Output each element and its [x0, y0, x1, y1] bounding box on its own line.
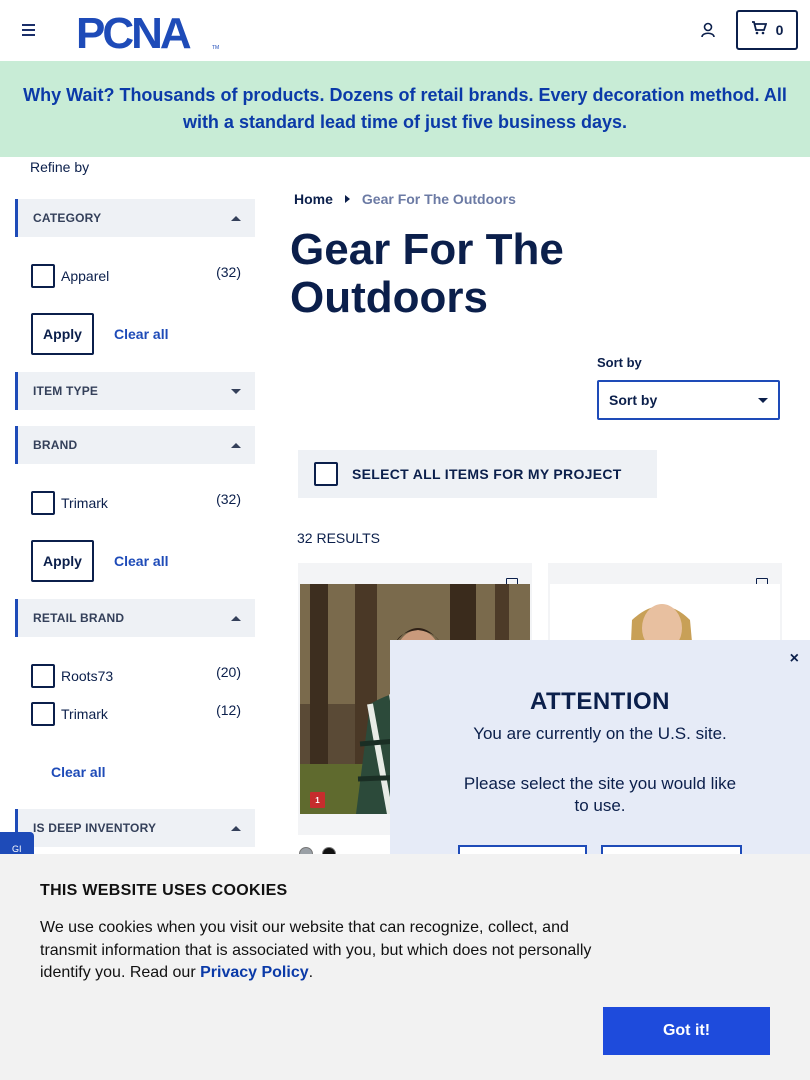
sort-value: Sort by [609, 392, 658, 408]
facet-label: CATEGORY [33, 211, 102, 225]
caret-up-icon [231, 442, 241, 448]
facet-label: RETAIL BRAND [33, 611, 125, 625]
caret-down-icon [231, 388, 241, 394]
cookie-text: We use cookies when you visit our websit… [40, 917, 605, 985]
breadcrumb: Home Gear For The Outdoors [294, 191, 516, 207]
cart-icon [751, 20, 767, 40]
refine-label: Refine by [30, 159, 90, 175]
option-label: Trimark [61, 495, 108, 511]
cookie-body: We use cookies when you visit our websit… [40, 919, 592, 981]
results-count: 32 RESULTS [297, 530, 380, 546]
option-count: (32) [216, 491, 241, 507]
modal-title: ATTENTION [529, 688, 671, 715]
checkbox[interactable] [31, 491, 55, 515]
svg-text:PCNA: PCNA [76, 11, 191, 51]
got-it-button[interactable]: Got it! [603, 1007, 770, 1055]
close-icon[interactable]: × [790, 650, 799, 668]
checkbox[interactable] [31, 702, 55, 726]
facet-label: ITEM TYPE [33, 384, 99, 398]
promo-banner: Why Wait? Thousands of products. Dozens … [0, 61, 810, 157]
cookie-banner: THIS WEBSITE USES COOKIES We use cookies… [0, 854, 810, 1080]
clear-all-link[interactable]: Clear all [51, 764, 105, 780]
facet-item-type[interactable]: ITEM TYPE [15, 372, 255, 410]
facet-label: BRAND [33, 438, 78, 452]
hamburger-icon[interactable] [22, 24, 35, 36]
breadcrumb-home[interactable]: Home [294, 191, 333, 207]
select-all-label: SELECT ALL ITEMS FOR MY PROJECT [352, 466, 622, 482]
pcna-logo[interactable]: PCNA TM [76, 9, 224, 58]
filter-option-roots73[interactable]: Roots73 (20) [31, 662, 243, 688]
modal-message: You are currently on the U.S. site. [473, 724, 727, 743]
user-icon[interactable] [699, 21, 717, 39]
facet-deep-inventory[interactable]: IS DEEP INVENTORY [15, 809, 255, 847]
facet-label: IS DEEP INVENTORY [33, 821, 157, 835]
checkbox[interactable] [314, 462, 338, 486]
option-count: (32) [216, 264, 241, 280]
apply-button[interactable]: Apply [31, 540, 94, 582]
option-label: Roots73 [61, 668, 114, 684]
site-header: PCNA TM 0 [0, 0, 810, 61]
caret-up-icon [231, 825, 241, 831]
sort-label: Sort by [597, 355, 642, 370]
caret-up-icon [231, 615, 241, 621]
page: PCNA TM 0 Why Wait? Thousands of product… [0, 0, 810, 1080]
option-count: (20) [216, 664, 241, 680]
clear-all-link[interactable]: Clear all [114, 553, 168, 569]
sort-select[interactable]: Sort by [597, 380, 780, 420]
select-all-items[interactable]: SELECT ALL ITEMS FOR MY PROJECT [298, 450, 657, 498]
badge: 1 [310, 792, 325, 808]
site-selection-modal: × ATTENTION You are currently on the U.S… [390, 640, 810, 885]
caret-right-icon [344, 195, 350, 203]
apply-button[interactable]: Apply [31, 313, 94, 355]
facet-category[interactable]: CATEGORY [15, 199, 255, 237]
cart-count: 0 [775, 22, 784, 38]
chevron-down-icon [758, 397, 768, 403]
facet-retail-brand[interactable]: RETAIL BRAND [15, 599, 255, 637]
clear-all-link[interactable]: Clear all [114, 326, 168, 342]
filter-option-trimark[interactable]: Trimark (32) [31, 489, 243, 515]
option-count: (12) [216, 702, 241, 718]
cart-button[interactable]: 0 [736, 10, 798, 50]
filter-option-apparel[interactable]: Apparel (32) [31, 262, 243, 288]
option-label: Apparel [61, 268, 110, 284]
filter-option-trimark-retail[interactable]: Trimark (12) [31, 700, 243, 726]
caret-up-icon [231, 215, 241, 221]
promo-text: Why Wait? Thousands of products. Dozens … [23, 85, 787, 132]
modal-message: Please select the site you would like to… [463, 774, 737, 815]
privacy-policy-link[interactable]: Privacy Policy [200, 964, 309, 981]
svg-text:TM: TM [212, 45, 219, 51]
checkbox[interactable] [31, 264, 55, 288]
option-label: Trimark [61, 706, 108, 722]
cookie-title: THIS WEBSITE USES COOKIES [40, 882, 288, 899]
checkbox[interactable] [31, 664, 55, 688]
page-title: Gear For The Outdoors [290, 225, 564, 322]
facet-brand[interactable]: BRAND [15, 426, 255, 464]
cookie-body-end: . [308, 964, 314, 981]
breadcrumb-current: Gear For The Outdoors [361, 191, 516, 207]
